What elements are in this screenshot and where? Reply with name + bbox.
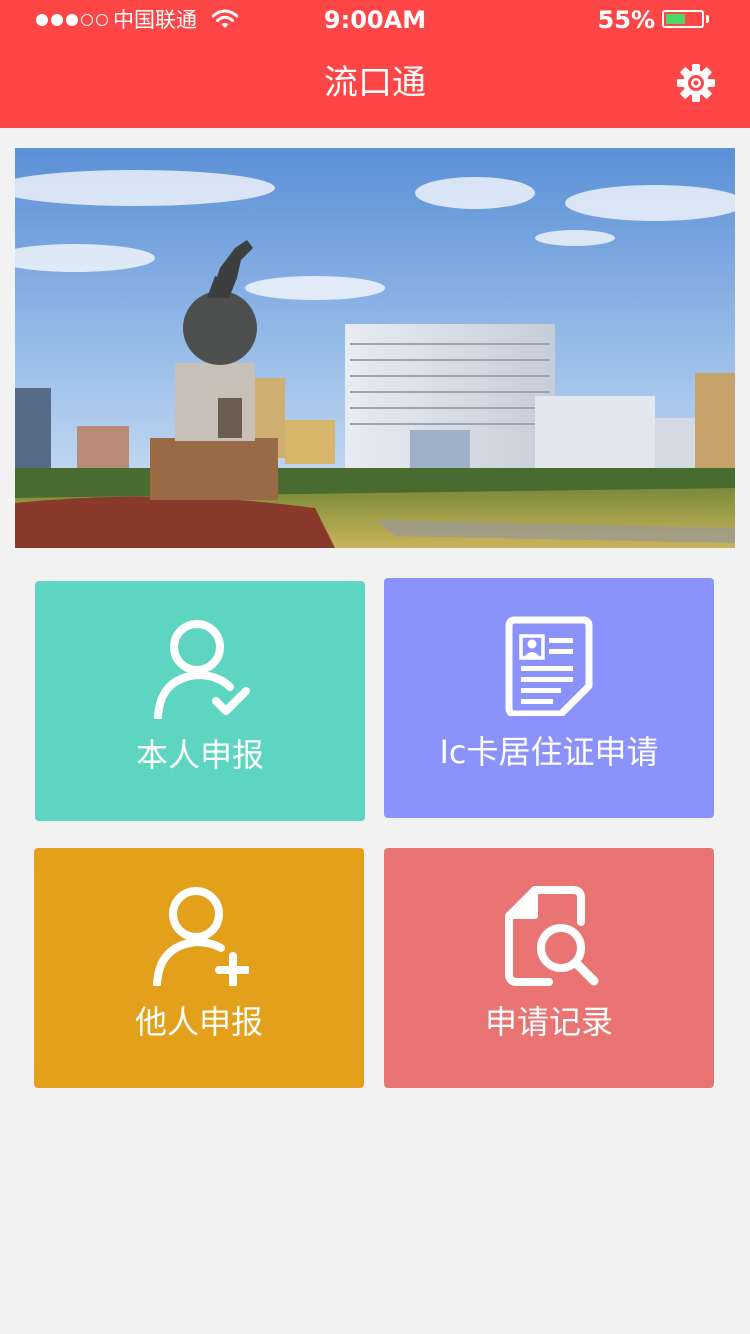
tile-label: 申请记录 — [484, 1003, 613, 1041]
page-title: 流口通 — [324, 63, 426, 103]
tile-application-records[interactable]: 申请记录 — [384, 848, 714, 1088]
document-search-icon — [505, 886, 599, 986]
banner-image[interactable] — [15, 148, 735, 548]
gear-icon[interactable] — [676, 63, 716, 103]
city-square-photo — [15, 148, 735, 548]
tile-label: Ic卡居住证申请 — [439, 733, 659, 771]
battery-percentage: 55% — [597, 6, 655, 34]
battery-icon — [662, 10, 704, 28]
tile-other-report[interactable]: 他人申报 — [34, 848, 364, 1088]
status-bar: 中国联通 9:00AM 55% — [0, 0, 750, 40]
user-add-icon — [153, 887, 249, 986]
tile-self-report[interactable]: 本人申报 — [35, 581, 365, 821]
tile-label: 他人申报 — [134, 1003, 263, 1041]
tile-ic-card-application[interactable]: Ic卡居住证申请 — [384, 578, 714, 818]
app-header: 中国联通 9:00AM 55% 流口通 — [0, 0, 750, 128]
battery-level — [666, 14, 685, 24]
id-card-document-icon — [505, 616, 593, 716]
battery-tip — [706, 15, 709, 23]
tile-label: 本人申报 — [135, 736, 264, 774]
user-check-icon — [154, 620, 250, 719]
